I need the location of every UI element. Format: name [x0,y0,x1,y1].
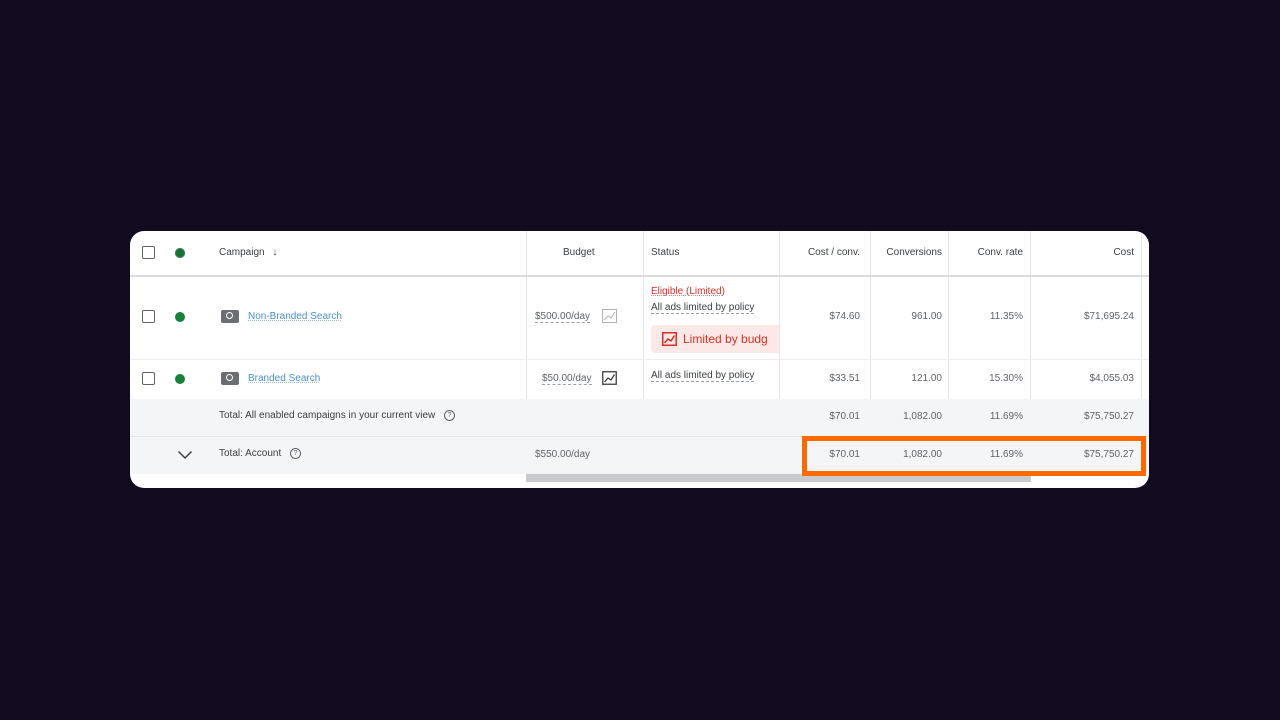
conversions-value: 121.00 [911,373,942,384]
campaign-name-link[interactable]: Branded Search [248,373,320,384]
total-account-text: Total: Account [219,448,282,460]
search-campaign-icon [221,372,239,385]
limited-by-budget-chip[interactable]: Limited by budg [651,325,779,353]
cost-value: $4,055.03 [1089,373,1135,384]
column-header-status[interactable]: Status [651,247,679,258]
column-header-conv-rate[interactable]: Conv. rate [978,247,1023,258]
help-icon[interactable]: ? [444,410,456,421]
limited-by-budget-label: Limited by budg [683,332,768,346]
conv-rate-value: 11.69% [989,411,1023,422]
budget-chart-icon[interactable] [602,371,617,385]
cost-per-conv-value: $70.01 [829,411,860,422]
status-column-icon[interactable] [175,248,185,258]
column-header-cost-per-conv[interactable]: Cost / conv. [808,247,860,258]
row-checkbox[interactable] [142,372,155,385]
row-checkbox[interactable] [142,310,155,323]
cost-value: $75,750.27 [1083,411,1134,422]
table-row: Non-Branded Search $500.00/day Eligible … [130,277,1149,360]
totals-highlight-box [802,436,1146,476]
total-enabled-text: Total: All enabled campaigns in your cur… [219,410,436,422]
table-row: Branded Search $50.00/day All ads limite… [130,360,1149,400]
status-policy-detail[interactable]: All ads limited by policy [651,302,755,314]
search-campaign-icon [221,310,239,323]
select-all-checkbox[interactable] [142,246,155,259]
sort-descending-icon: ↓ [272,247,278,258]
column-header-conversions[interactable]: Conversions [886,247,942,258]
enabled-status-dot[interactable] [175,312,185,322]
column-header-cost[interactable]: Cost [1113,247,1134,258]
column-header-budget[interactable]: Budget [563,247,595,258]
status-eligible-limited[interactable]: Eligible (Limited) [651,286,725,297]
budget-chart-icon[interactable] [602,309,617,323]
budget-value[interactable]: $50.00/day [542,373,592,385]
chevron-down-icon[interactable] [177,450,193,460]
enabled-status-dot[interactable] [175,374,185,384]
column-header-campaign[interactable]: Campaign ↓ [219,247,277,258]
conv-rate-value: 11.35% [989,311,1023,322]
help-icon[interactable]: ? [290,448,302,459]
cost-per-conv-value: $74.60 [829,311,860,322]
total-enabled-row: Total: All enabled campaigns in your cur… [130,399,1149,437]
campaign-header-label: Campaign [219,247,265,258]
cost-per-conv-value: $33.51 [829,373,860,384]
status-policy-detail[interactable]: All ads limited by policy [651,370,755,382]
conversions-value: 961.00 [911,311,942,322]
trend-chart-icon [662,332,677,346]
total-account-label: Total: Account ? [219,448,302,460]
conv-rate-value: 15.30% [989,373,1023,384]
cost-value: $71,695.24 [1083,311,1134,322]
account-budget-value: $550.00/day [535,449,591,460]
budget-value[interactable]: $500.00/day [535,311,591,323]
table-header: Campaign ↓ Budget Status Cost / conv. Co… [130,231,1149,277]
campaign-name-link[interactable]: Non-Branded Search [248,311,342,322]
total-enabled-label: Total: All enabled campaigns in your cur… [219,410,456,422]
conversions-value: 1,082.00 [903,411,942,422]
